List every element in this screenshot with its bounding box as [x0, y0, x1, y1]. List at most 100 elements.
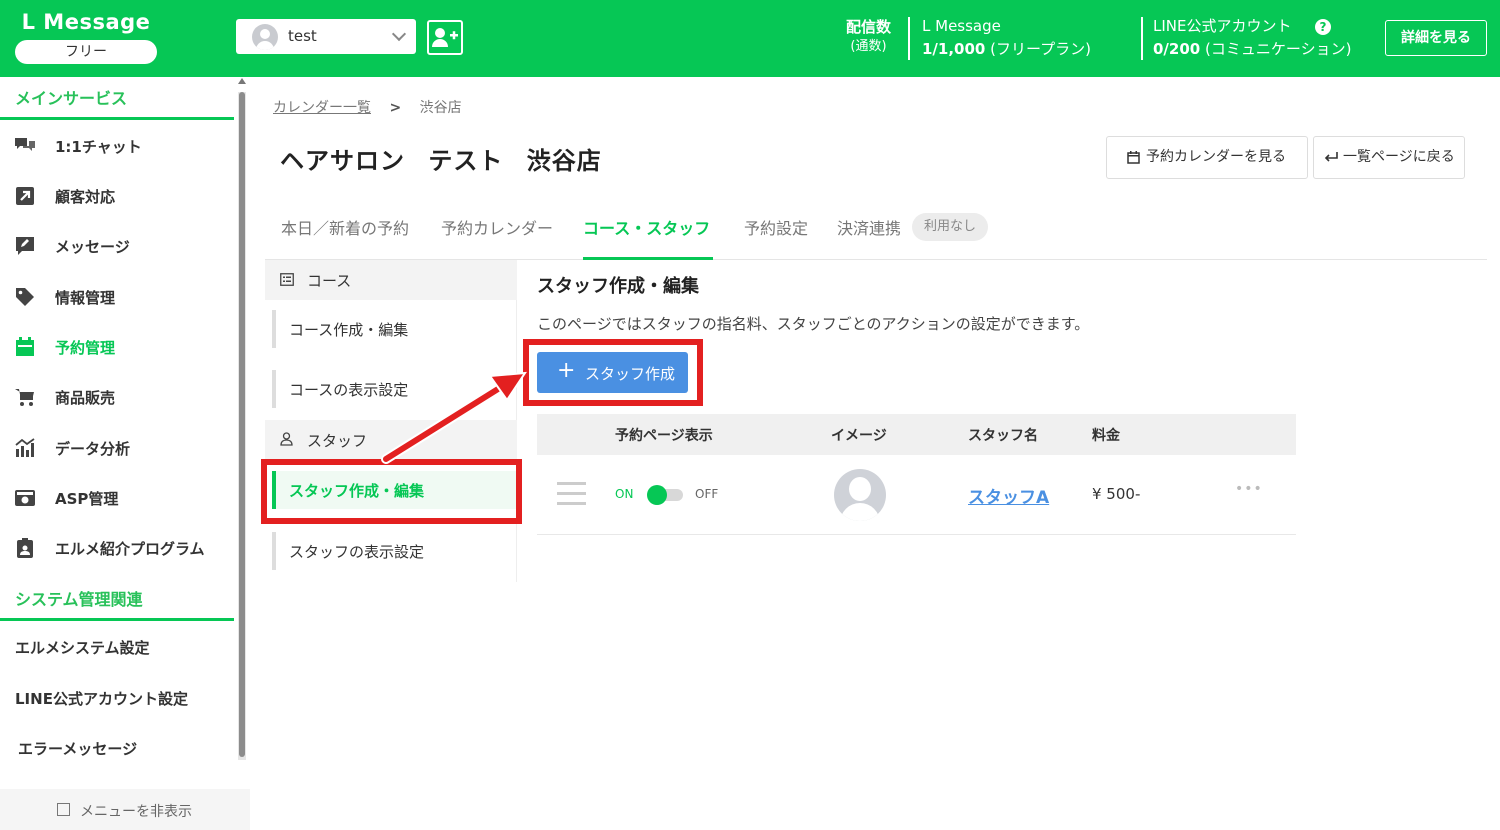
- divider: [908, 17, 910, 60]
- calendar-icon: [16, 337, 34, 356]
- more-options-icon[interactable]: •••: [1235, 481, 1263, 497]
- subnav-head-label: コース: [307, 272, 352, 290]
- sidebar-item-info[interactable]: 情報管理: [0, 276, 234, 318]
- section-rule: [0, 618, 234, 621]
- table-header: 予約ページ表示 イメージ スタッフ名 料金: [537, 414, 1296, 455]
- hide-menu-label: メニューを非表示: [80, 804, 192, 820]
- subnav-staff-display[interactable]: スタッフの表示設定: [272, 532, 517, 570]
- sidebar-item-analytics[interactable]: データ分析: [0, 427, 234, 469]
- column-header: 料金: [1092, 428, 1120, 444]
- tab-payment[interactable]: 決済連携: [837, 215, 901, 239]
- sidebar-item-customer[interactable]: 顧客対応: [0, 175, 234, 217]
- tab-today[interactable]: 本日／新着の予約: [281, 215, 409, 239]
- details-button[interactable]: 詳細を見る: [1385, 20, 1487, 56]
- brand[interactable]: L Message フリー: [15, 9, 157, 64]
- highlight-box-staff-edit: [261, 459, 522, 524]
- active-tab-indicator: [583, 257, 713, 260]
- add-user-icon: [432, 28, 458, 47]
- toggle-knob: [647, 485, 667, 505]
- sidebar-item-system-settings[interactable]: エルメシステム設定: [15, 637, 150, 658]
- column-header: スタッフ名: [968, 428, 1038, 444]
- scroll-up-arrow-icon[interactable]: [238, 78, 246, 84]
- lmessage-stat: L Message 1/1,000 (フリープラン): [922, 16, 1091, 62]
- subnav-item-label: コース作成・編集: [289, 321, 409, 339]
- chevron-right-icon: >: [389, 100, 402, 116]
- sidebar-item-sales[interactable]: 商品販売: [0, 376, 234, 418]
- subnav-head-course: コース: [265, 260, 517, 300]
- table-row: ON OFF スタッフA ¥ 500- •••: [537, 455, 1296, 535]
- sidebar-item-label: 顧客対応: [55, 188, 116, 206]
- back-label: 一覧ページに戻る: [1343, 149, 1455, 165]
- sidebar-item-error-message[interactable]: エラーメッセージ: [18, 738, 137, 759]
- line-value: 0/200: [1153, 40, 1201, 58]
- sidebar-item-label: 商品販売: [55, 389, 116, 407]
- top-bar: L Message フリー test 配信数 (通数) L Message 1/…: [0, 0, 1500, 77]
- lmessage-plan: (フリープラン): [990, 40, 1091, 58]
- delivery-title: 配信数: [846, 18, 892, 36]
- plan-badge: フリー: [15, 40, 157, 64]
- divider: [1141, 17, 1143, 60]
- subnav-head-staff: スタッフ: [265, 420, 517, 460]
- subnav-item-label: コースの表示設定: [289, 381, 409, 399]
- breadcrumb-calendar-list[interactable]: カレンダー一覧: [273, 100, 371, 116]
- delivery-stat: 配信数 (通数): [846, 17, 891, 57]
- sidebar-item-reservation[interactable]: 予約管理: [0, 326, 234, 368]
- tab-calendar[interactable]: 予約カレンダー: [441, 215, 553, 239]
- sidebar-item-message[interactable]: メッセージ: [0, 225, 234, 267]
- sidebar-item-chat[interactable]: 1:1チャット: [0, 125, 234, 167]
- highlight-box-create-button: [523, 339, 703, 406]
- breadcrumb: カレンダー一覧 > 渋谷店: [273, 97, 462, 117]
- sidebar-item-line-settings[interactable]: LINE公式アカウント設定: [15, 688, 188, 709]
- subnav-head-label: スタッフ: [307, 432, 368, 450]
- toggle-on-label: ON: [615, 487, 634, 501]
- tab-course-staff[interactable]: コース・スタッフ: [583, 215, 710, 239]
- section-main-services: メインサービス: [15, 89, 128, 108]
- sidebar-item-referral[interactable]: エルメ紹介プログラム: [0, 527, 234, 569]
- section-rule: [0, 117, 234, 120]
- sidebar-item-label: ASP管理: [55, 490, 119, 508]
- add-user-button[interactable]: [427, 20, 463, 55]
- tab-reservation-settings[interactable]: 予約設定: [744, 215, 808, 239]
- subnav-course-display[interactable]: コースの表示設定: [272, 370, 517, 408]
- sidebar: メインサービス 1:1チャット 顧客対応 メッセージ 情報管理 予約管理 商品販…: [0, 77, 250, 830]
- cart-icon: [15, 389, 34, 406]
- delivery-sub: (通数): [850, 39, 887, 54]
- section-system: システム管理関連: [15, 590, 143, 609]
- toggle-off-label: OFF: [695, 487, 719, 501]
- drag-handle-icon[interactable]: [557, 482, 586, 506]
- staff-name-link[interactable]: スタッフA: [968, 483, 1049, 508]
- sidebar-item-label: エルメ紹介プログラム: [55, 540, 205, 558]
- sidebar-item-label: 情報管理: [55, 289, 116, 307]
- column-header: イメージ: [831, 428, 887, 444]
- sidebar-item-label: 予約管理: [55, 339, 116, 357]
- list-icon: [280, 273, 294, 286]
- chevron-down-icon: [391, 26, 407, 42]
- avatar: [834, 469, 886, 521]
- status-badge: 利用なし: [912, 213, 988, 241]
- sidebar-item-asp[interactable]: ASP管理: [0, 477, 234, 519]
- content-title: スタッフ作成・編集: [537, 276, 699, 297]
- sidebar-scrollbar-thumb[interactable]: [239, 92, 245, 757]
- subnav-course-edit[interactable]: コース作成・編集: [272, 310, 517, 348]
- page-title: ヘアサロン テスト 渋谷店: [280, 147, 602, 175]
- sidebar-item-label: メッセージ: [55, 238, 130, 256]
- user-avatar-icon: [252, 24, 278, 50]
- subnav: コース コース作成・編集 コースの表示設定 スタッフ スタッフ作成・編集 スタッ…: [265, 260, 517, 582]
- help-icon[interactable]: ?: [1315, 19, 1331, 35]
- back-to-list-button[interactable]: 一覧ページに戻る: [1313, 136, 1465, 179]
- account-name: test: [288, 27, 317, 45]
- line-plan: (コミュニケーション): [1205, 40, 1352, 58]
- subnav-item-label: スタッフの表示設定: [289, 543, 425, 561]
- account-select[interactable]: test: [236, 19, 416, 54]
- content-description: このページではスタッフの指名料、スタッフごとのアクションの設定ができます。: [537, 315, 1090, 333]
- clipboard-user-icon: [17, 538, 33, 558]
- view-calendar-label: 予約カレンダーを見る: [1146, 149, 1286, 165]
- display-toggle[interactable]: [645, 485, 683, 505]
- sidebar-item-label: 1:1チャット: [55, 138, 142, 156]
- user-icon: [280, 432, 293, 446]
- chat-icon: [15, 138, 35, 151]
- view-calendar-button[interactable]: 予約カレンダーを見る: [1106, 136, 1308, 179]
- staff-fee: ¥ 500-: [1092, 485, 1141, 503]
- brand-logo: L Message: [21, 10, 151, 34]
- hide-menu-button[interactable]: メニューを非表示: [0, 789, 250, 830]
